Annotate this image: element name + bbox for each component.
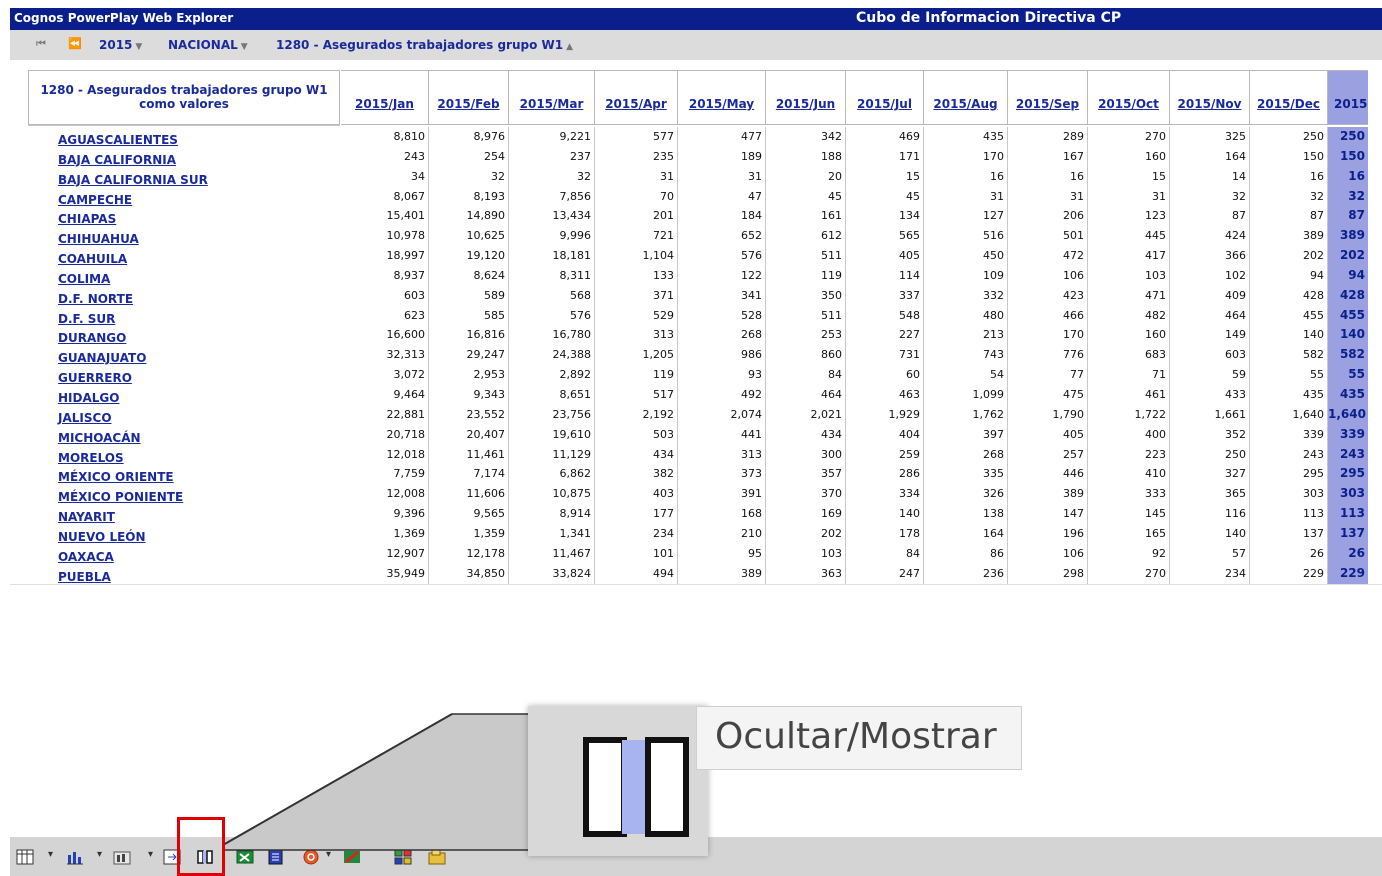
hide-show-icon: [583, 737, 689, 837]
zoom-panel: [528, 706, 708, 856]
highlight-box: [177, 817, 225, 876]
zoom-callout-shape: [222, 713, 541, 851]
tooltip: Ocultar/Mostrar: [696, 706, 1022, 770]
